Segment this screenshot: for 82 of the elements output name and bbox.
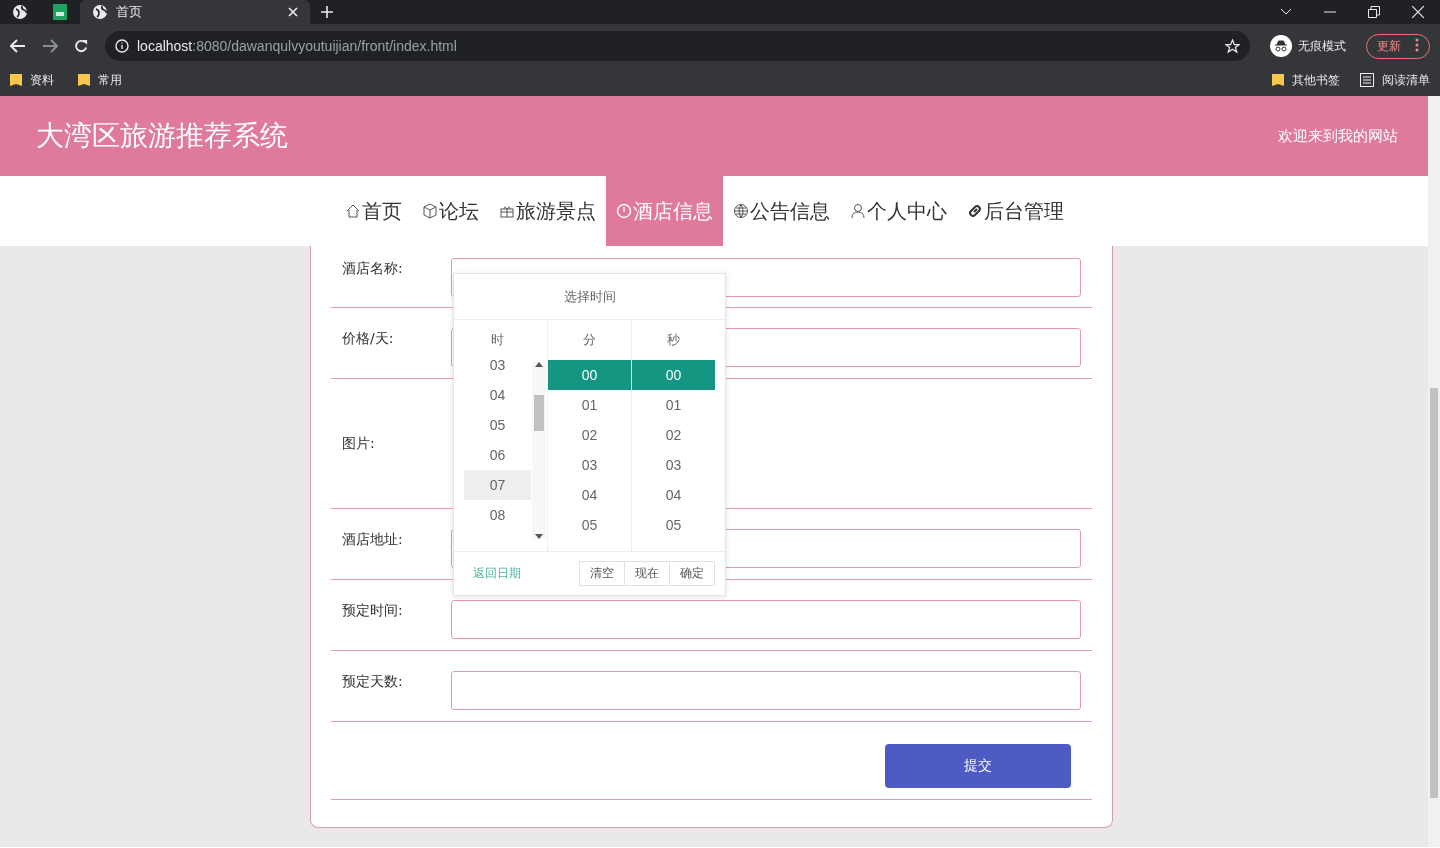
- field-label: 图片:: [342, 434, 376, 453]
- spreadsheet-icon[interactable]: [53, 4, 67, 20]
- globe-icon: [12, 4, 28, 20]
- time-option[interactable]: 08: [464, 500, 531, 530]
- bookmark[interactable]: 常用: [98, 71, 122, 89]
- profile-label: 无痕模式: [1298, 37, 1346, 55]
- scrollbar-thumb[interactable]: [1430, 388, 1438, 798]
- browser-tab[interactable]: 首页: [80, 0, 310, 24]
- time-option[interactable]: 03: [632, 450, 715, 480]
- url-text: localhost:8080/dawanqulvyoutuijian/front/index.html: [137, 38, 457, 54]
- picker-button[interactable]: 现在: [624, 561, 670, 586]
- time-option[interactable]: 05: [548, 510, 631, 540]
- forward-arrow-icon[interactable]: [42, 39, 58, 53]
- time-option[interactable]: 05: [632, 510, 715, 540]
- picker-button[interactable]: 确定: [669, 561, 715, 586]
- time-option[interactable]: 07: [464, 470, 531, 500]
- bookmark[interactable]: 其他书签: [1292, 71, 1340, 89]
- incognito-icon[interactable]: [1270, 35, 1292, 57]
- time-option[interactable]: 00: [632, 360, 715, 390]
- more-icon[interactable]: [1415, 37, 1419, 52]
- scrollbar[interactable]: [1428, 96, 1440, 847]
- submit-button[interactable]: 提交: [885, 744, 1071, 788]
- bookmark[interactable]: 资料: [30, 71, 54, 89]
- time-option[interactable]: 04: [632, 480, 715, 510]
- close-icon[interactable]: [288, 7, 298, 17]
- time-option[interactable]: 01: [632, 390, 715, 420]
- field-label: 预定时间:: [342, 601, 404, 620]
- globe-icon: [732, 203, 749, 219]
- gift-icon: [498, 203, 515, 219]
- nav-link[interactable]: 个人中心: [839, 176, 957, 246]
- folder-icon: [78, 73, 90, 87]
- link-icon: [966, 203, 983, 219]
- time-option[interactable]: 02: [548, 420, 631, 450]
- nav-link[interactable]: 旅游景点: [488, 176, 606, 246]
- site-title: 大湾区旅游推荐系统: [36, 119, 288, 153]
- plus-icon[interactable]: [321, 6, 333, 18]
- field-label: 预定天数:: [342, 672, 404, 691]
- star-icon[interactable]: [1225, 38, 1240, 54]
- address-bar[interactable]: localhost:8080/dawanqulvyoutuijian/front/index.html: [105, 31, 1250, 61]
- input-field[interactable]: [451, 600, 1081, 639]
- picker-button[interactable]: 清空: [579, 561, 625, 586]
- field-label: 价格/天:: [342, 329, 395, 348]
- nav-link[interactable]: 论坛: [411, 176, 489, 246]
- home-icon: [344, 203, 361, 219]
- person-icon: [849, 203, 866, 219]
- scrollbar-thumb[interactable]: [534, 395, 544, 431]
- column-header: 时: [490, 331, 505, 349]
- field-label: 酒店名称:: [342, 259, 404, 278]
- column-header: 分: [582, 331, 597, 349]
- scroll-down-icon[interactable]: [535, 534, 543, 539]
- reading-list-link[interactable]: 阅读清单: [1382, 71, 1430, 89]
- restore-icon[interactable]: [1368, 6, 1380, 18]
- close-icon[interactable]: [1412, 6, 1424, 18]
- back-arrow-icon[interactable]: [10, 39, 26, 53]
- clock-icon: [615, 203, 632, 219]
- welcome-text: 欢迎来到我的网站: [1278, 126, 1398, 146]
- time-option[interactable]: 01: [548, 390, 631, 420]
- nav-link[interactable]: 公告信息: [722, 176, 840, 246]
- time-option[interactable]: 04: [548, 480, 631, 510]
- time-option[interactable]: 03: [464, 350, 531, 380]
- nav-link[interactable]: 首页: [334, 176, 412, 246]
- list-icon[interactable]: [1360, 73, 1374, 87]
- folder-icon: [1272, 73, 1284, 87]
- time-option[interactable]: 02: [632, 420, 715, 450]
- folder-icon: [10, 73, 22, 87]
- time-option[interactable]: 06: [464, 440, 531, 470]
- cube-icon: [421, 203, 438, 219]
- time-option[interactable]: 00: [548, 360, 631, 390]
- field-label: 酒店地址:: [342, 530, 404, 549]
- picker-title: 选择时间: [563, 287, 616, 306]
- scrollbar[interactable]: [532, 362, 546, 539]
- column-header: 秒: [666, 331, 681, 349]
- time-option[interactable]: 04: [464, 380, 531, 410]
- time-option[interactable]: 03: [548, 450, 631, 480]
- reload-icon[interactable]: [74, 38, 89, 54]
- globe-icon: [92, 4, 108, 20]
- chevron-down-icon[interactable]: [1280, 8, 1292, 16]
- nav-link[interactable]: 后台管理: [956, 176, 1074, 246]
- scroll-up-icon[interactable]: [535, 362, 543, 367]
- input-field[interactable]: [451, 671, 1081, 710]
- time-option[interactable]: 05: [464, 410, 531, 440]
- info-icon[interactable]: [115, 39, 129, 53]
